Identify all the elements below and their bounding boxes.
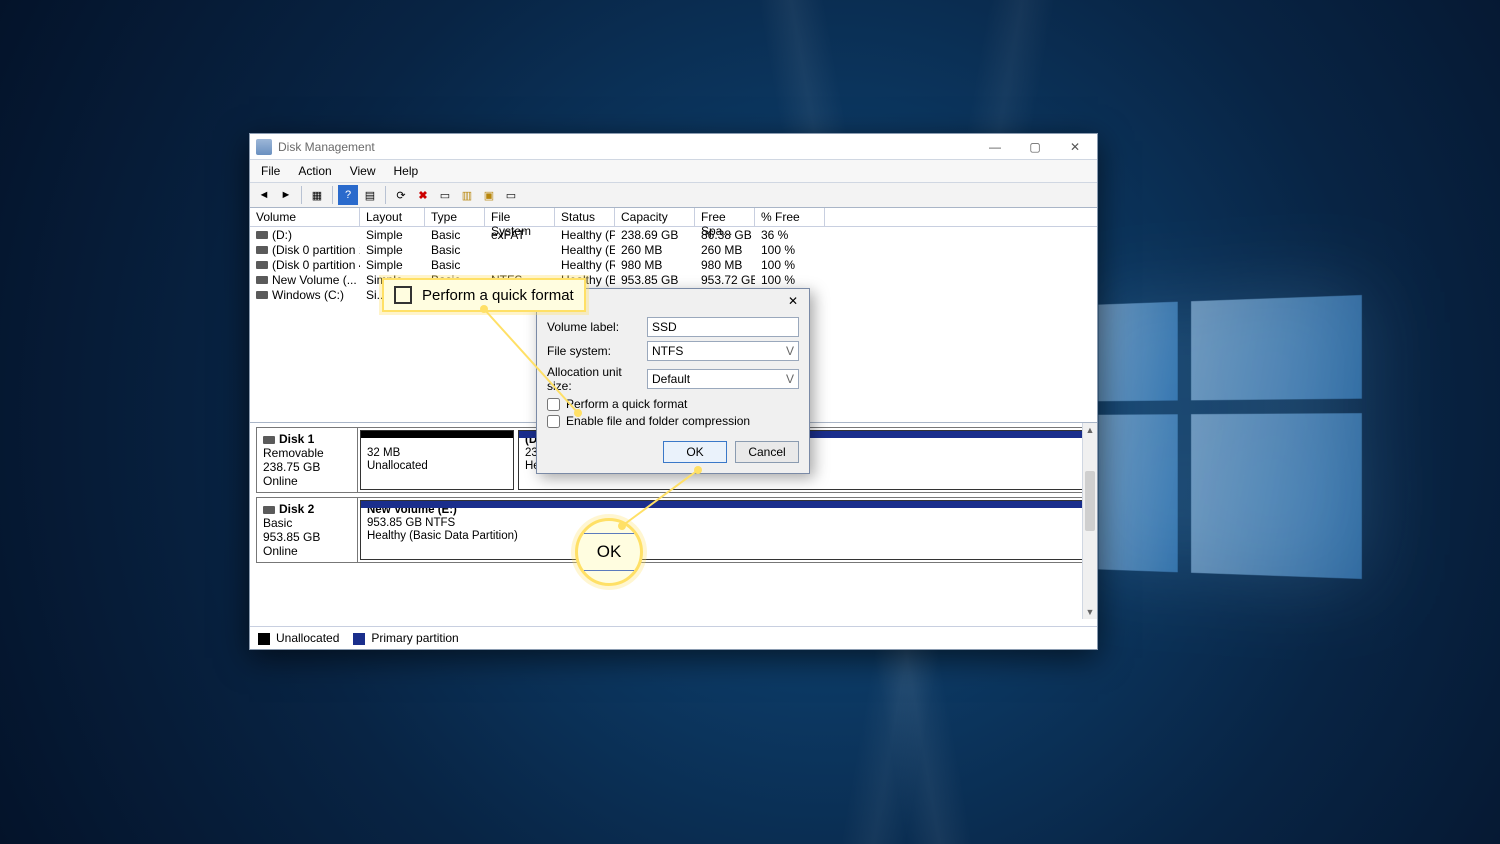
delete-icon[interactable]: ✖ — [413, 185, 433, 205]
scroll-down-icon[interactable]: ▼ — [1083, 605, 1097, 619]
scroll-thumb[interactable] — [1085, 471, 1095, 531]
app-icon — [256, 139, 272, 155]
disk-1-info: Disk 1 Removable 238.75 GB Online — [257, 428, 358, 492]
compression-checkbox[interactable]: Enable file and folder compression — [547, 414, 799, 428]
volume-label-input[interactable]: SSD — [647, 317, 799, 337]
list-icon[interactable]: ▤ — [360, 185, 380, 205]
close-button[interactable]: ✕ — [1055, 134, 1095, 159]
windows-logo — [1098, 295, 1361, 579]
legend-primary-swatch — [353, 633, 365, 645]
file-system-label: File system: — [547, 344, 647, 358]
col-layout[interactable]: Layout — [360, 208, 425, 226]
dialog-close-icon[interactable]: ✕ — [783, 294, 803, 308]
volume-row[interactable]: (Disk 0 partition 1)SimpleBasicHealthy (… — [250, 242, 1097, 257]
menu-action[interactable]: Action — [289, 160, 340, 182]
allocation-select[interactable]: DefaultV — [647, 369, 799, 389]
col-free[interactable]: Free Spa... — [695, 208, 755, 226]
props-icon[interactable]: ▥ — [457, 185, 477, 205]
col-fs[interactable]: File System — [485, 208, 555, 226]
perm-icon[interactable]: ▣ — [479, 185, 499, 205]
col-volume[interactable]: Volume — [250, 208, 360, 226]
compression-label: Enable file and folder compression — [566, 414, 750, 428]
volume-label-label: Volume label: — [547, 320, 647, 334]
disk-1-unallocated[interactable]: 32 MB Unallocated — [360, 430, 514, 490]
fwd-icon[interactable]: ► — [276, 185, 296, 205]
col-type[interactable]: Type — [425, 208, 485, 226]
chevron-down-icon: V — [786, 372, 794, 386]
volume-list-header: Volume Layout Type File System Status Ca… — [250, 208, 1097, 227]
scroll-up-icon[interactable]: ▲ — [1083, 423, 1097, 437]
toolbar: ◄ ► ▦ ? ▤ ⟳ ✖ ▭ ▥ ▣ ▭ — [250, 183, 1097, 208]
help-icon[interactable]: ? — [338, 185, 358, 205]
refresh-icon[interactable]: ⟳ — [391, 185, 411, 205]
menu-view[interactable]: View — [341, 160, 385, 182]
volume-row[interactable]: (D:)SimpleBasicexFATHealthy (P...238.69 … — [250, 227, 1097, 242]
col-capacity[interactable]: Capacity — [615, 208, 695, 226]
callout-ok: OK — [575, 518, 643, 586]
layout-icon[interactable]: ▭ — [501, 185, 521, 205]
cancel-button[interactable]: Cancel — [735, 441, 799, 463]
minimize-button[interactable]: — — [975, 134, 1015, 159]
disk-2-partition-e[interactable]: New Volume (E:) 953.85 GB NTFS Healthy (… — [360, 500, 1088, 560]
callout-quick-label: Perform a quick format — [422, 287, 574, 304]
up-icon[interactable]: ▦ — [307, 185, 327, 205]
titlebar[interactable]: Disk Management — ▢ ✕ — [250, 134, 1097, 160]
legend-unalloc-swatch — [258, 633, 270, 645]
volume-row[interactable]: (Disk 0 partition 4)SimpleBasicHealthy (… — [250, 257, 1097, 272]
chevron-down-icon: V — [786, 344, 794, 358]
volume-row[interactable]: New Volume (...SimpleBasicNTFSHealthy (B… — [250, 272, 1097, 287]
menu-bar: File Action View Help — [250, 160, 1097, 183]
window-title: Disk Management — [278, 140, 375, 154]
col-pct[interactable]: % Free — [755, 208, 825, 226]
legend-unalloc-label: Unallocated — [276, 631, 339, 645]
new-icon[interactable]: ▭ — [435, 185, 455, 205]
legend-primary-label: Primary partition — [371, 631, 458, 645]
disk-2-info: Disk 2 Basic 953.85 GB Online — [257, 498, 358, 562]
col-status[interactable]: Status — [555, 208, 615, 226]
ok-button[interactable]: OK — [663, 441, 727, 463]
format-dialog: ✕ Volume label: SSD File system: NTFSV A… — [536, 288, 810, 474]
menu-file[interactable]: File — [252, 160, 289, 182]
callout-quick-format: Perform a quick format — [382, 278, 586, 312]
graphical-scrollbar[interactable]: ▲ ▼ — [1082, 423, 1097, 619]
menu-help[interactable]: Help — [385, 160, 428, 182]
quick-format-checkbox[interactable]: Perform a quick format — [547, 397, 799, 411]
disk-2-row[interactable]: Disk 2 Basic 953.85 GB Online New Volume… — [256, 497, 1091, 563]
back-icon[interactable]: ◄ — [254, 185, 274, 205]
legend: Unallocated Primary partition — [250, 626, 1097, 649]
callout-checkbox-icon — [394, 286, 412, 304]
maximize-button[interactable]: ▢ — [1015, 134, 1055, 159]
file-system-select[interactable]: NTFSV — [647, 341, 799, 361]
callout-ok-label: OK — [597, 542, 622, 562]
allocation-label: Allocation unit size: — [547, 365, 647, 393]
quick-format-label: Perform a quick format — [566, 397, 687, 411]
